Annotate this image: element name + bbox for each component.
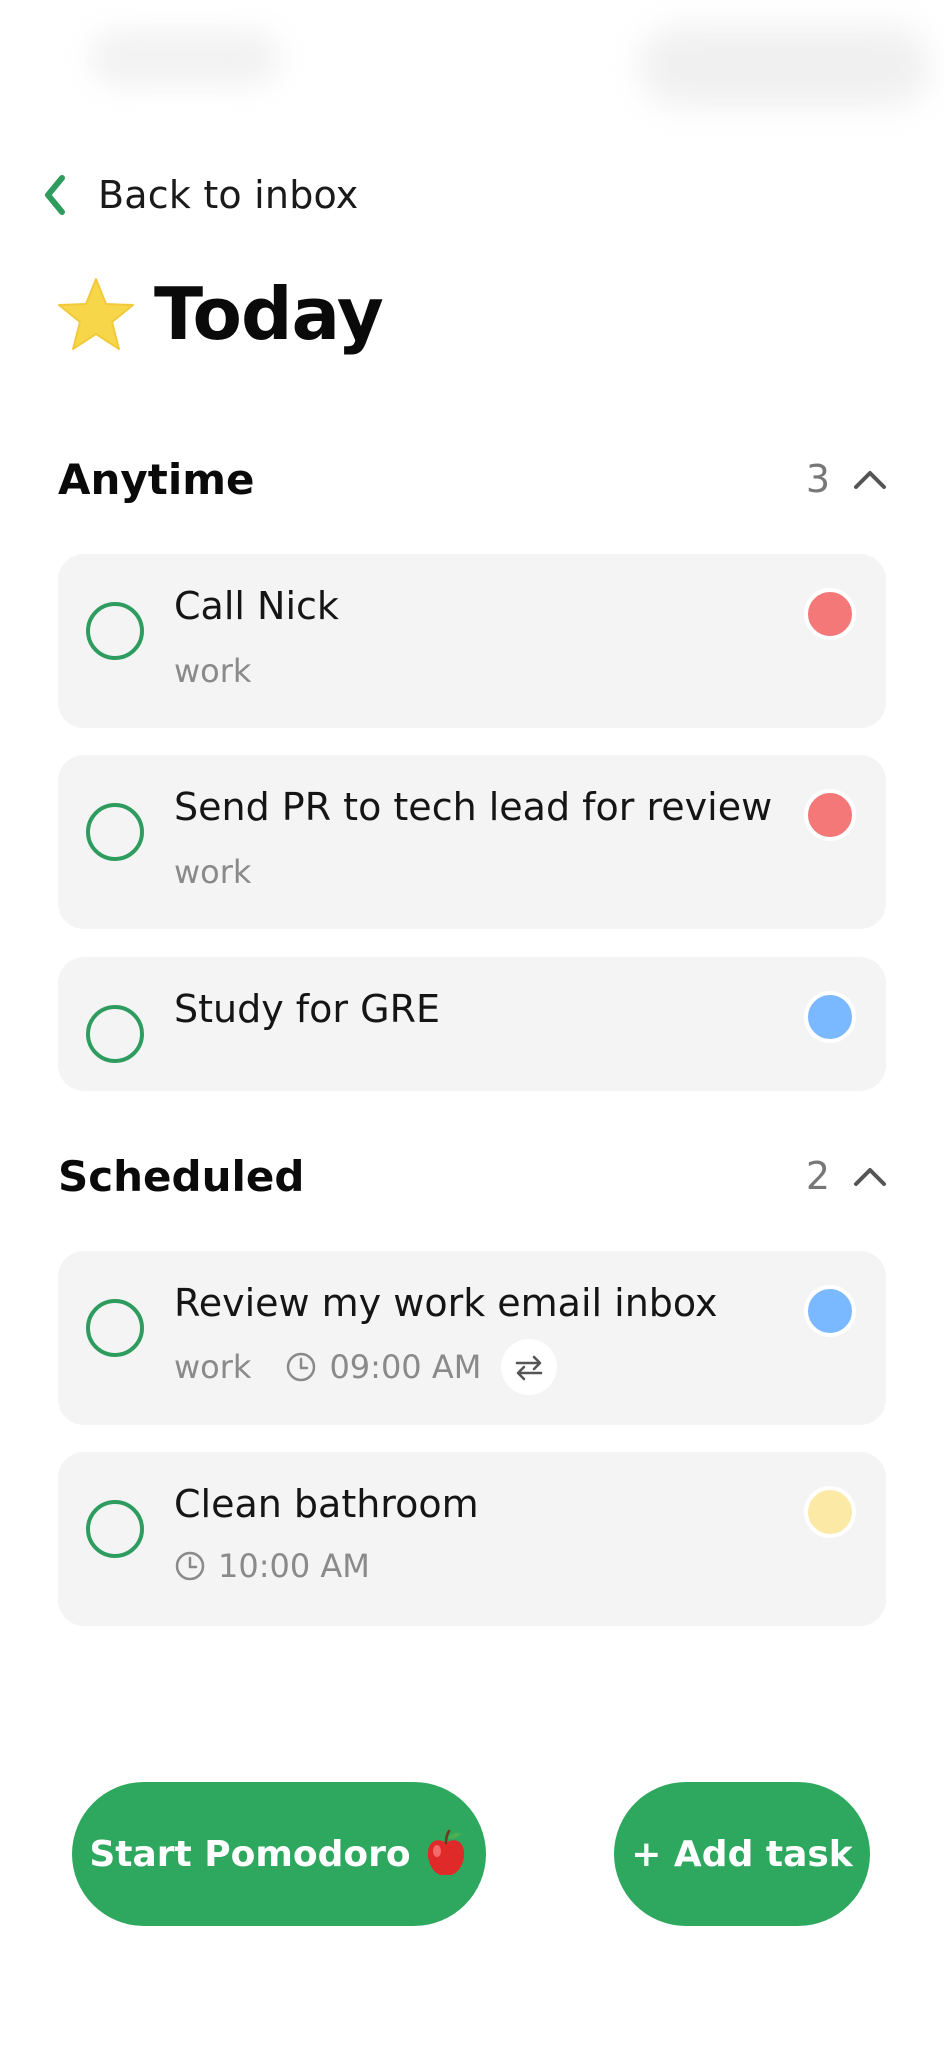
page-title-text: Today [154,272,384,356]
task-tag: work [174,652,252,690]
task-title: Clean bathroom [174,1482,479,1526]
priority-dot[interactable] [804,1285,856,1337]
start-pomodoro-button[interactable]: Start Pomodoro [72,1782,486,1926]
task-card[interactable]: Clean bathroom 10:00 AM [58,1452,886,1626]
section-header-scheduled: Scheduled 2 [58,1146,888,1206]
task-tag: work [174,1348,252,1386]
clock-icon [175,1551,205,1581]
chevron-up-icon [854,471,886,489]
section-count: 2 [805,1154,830,1198]
priority-dot[interactable] [804,588,856,640]
task-card[interactable]: Study for GRE [58,957,886,1091]
complete-checkbox[interactable] [86,1500,144,1558]
complete-checkbox[interactable] [86,803,144,861]
apple-icon [427,1829,464,1876]
chevron-up-icon [854,1168,886,1186]
clock-icon [287,1352,316,1382]
page-title: Today [56,272,384,356]
star-icon [58,278,134,350]
task-title: Study for GRE [174,987,440,1031]
status-bar-blur-right [640,26,930,106]
priority-dot[interactable] [804,991,856,1043]
task-title: Send PR to tech lead for review [174,785,773,829]
repeat-badge [501,1339,558,1395]
chevron-left-icon [45,175,65,215]
task-meta: work [174,652,251,690]
task-time: 09:00 AM [329,1348,482,1386]
status-bar-blur-left [90,30,280,86]
back-link-label: Back to inbox [98,173,359,217]
task-title: Call Nick [174,584,339,628]
section-header-anytime: Anytime 3 [58,449,888,509]
task-meta: 10:00 AM [174,1547,370,1585]
task-card[interactable]: Send PR to tech lead for review work [58,755,886,929]
section-count: 3 [805,457,830,501]
add-task-button[interactable]: + Add task [614,1782,870,1926]
complete-checkbox[interactable] [86,1299,144,1357]
repeat-icon [516,1355,543,1381]
section-title: Anytime [58,454,255,504]
complete-checkbox[interactable] [86,1005,144,1063]
priority-dot[interactable] [804,789,856,841]
task-card[interactable]: Review my work email inbox work 09:00 AM [58,1251,886,1425]
task-title: Review my work email inbox [174,1281,718,1325]
task-meta: work [174,853,251,891]
back-to-inbox-link[interactable]: Back to inbox [40,172,359,218]
collapse-toggle-anytime[interactable]: 3 [806,457,888,501]
task-card[interactable]: Call Nick work [58,554,886,728]
priority-dot[interactable] [804,1486,856,1538]
today-screen: Back to inbox Today Anytime 3 Call Nick … [0,0,944,2046]
section-title: Scheduled [58,1151,305,1201]
task-time: 10:00 AM [218,1547,370,1585]
add-task-label: + Add task [631,1833,853,1875]
task-meta: work 09:00 AM [174,1339,558,1395]
complete-checkbox[interactable] [86,602,144,660]
start-pomodoro-label: Start Pomodoro [89,1833,411,1875]
collapse-toggle-scheduled[interactable]: 2 [806,1154,888,1198]
task-tag: work [174,853,252,891]
